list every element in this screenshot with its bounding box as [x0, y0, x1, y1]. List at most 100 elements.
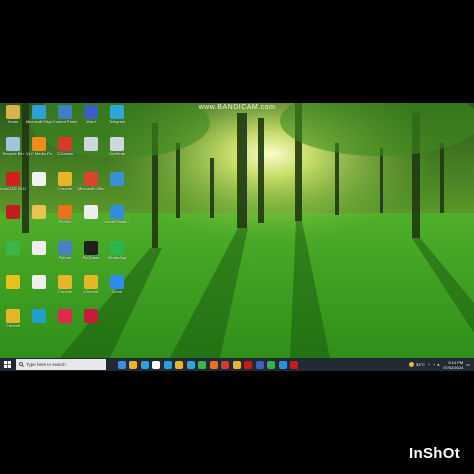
desktop-icon[interactable]: AutoCAD 2019 — [0, 172, 26, 202]
desktop-icon[interactable]: Chrome — [78, 275, 104, 305]
desktop-icon[interactable] — [26, 205, 52, 235]
desktop-icon[interactable]: Word — [78, 105, 104, 135]
document-icon — [84, 205, 98, 219]
vscode-icon[interactable] — [278, 360, 287, 369]
taskbar-search-input[interactable]: Type here to search — [16, 359, 106, 370]
edge-icon — [32, 105, 46, 119]
desktop-icon-label: Zoom — [111, 290, 123, 294]
desktop-icon[interactable]: Python — [52, 241, 78, 271]
whatsapp-icon[interactable] — [267, 360, 275, 369]
app-icon[interactable] — [221, 360, 229, 369]
desktop-icon[interactable]: Chrome — [52, 275, 78, 305]
wifi-icon[interactable]: ◔ — [433, 362, 435, 367]
desktop-icon-label: AutoCAD 2019 — [0, 187, 26, 191]
desktop-icon[interactable]: OneNote — [104, 137, 130, 167]
desktop-icon-label: Python — [58, 256, 72, 260]
volume-icon[interactable]: ◂ — [437, 362, 439, 367]
desktop-icon[interactable]: WhatsApp — [104, 241, 130, 271]
desktop-icon-label: Visual Studio Code — [104, 220, 130, 224]
desktop-icon[interactable] — [0, 205, 26, 235]
search-placeholder: Type here to search — [26, 362, 66, 367]
chrome-icon[interactable] — [232, 360, 241, 369]
desktop-icon-label: WhatsApp — [107, 256, 127, 260]
desktop-icon[interactable]: Control Panel — [52, 105, 78, 135]
app-icon[interactable] — [198, 360, 206, 369]
desktop-icon[interactable] — [78, 137, 104, 167]
desktop-icon[interactable] — [26, 241, 52, 271]
inshot-watermark: InShOt — [409, 445, 460, 462]
search-icon — [19, 362, 24, 367]
desktop-icon[interactable]: Visual Studio Code — [104, 205, 130, 235]
office-icon — [84, 172, 98, 186]
mail-icon[interactable] — [163, 360, 172, 369]
app-icon — [32, 309, 46, 323]
chevron-up-icon[interactable]: ^ — [428, 362, 430, 367]
desktop-icon[interactable] — [26, 172, 52, 202]
desktop-icon[interactable]: Microsoft Edge — [26, 105, 52, 135]
desktop-icon[interactable]: Telegram — [104, 105, 130, 135]
weather-icon[interactable] — [408, 362, 414, 367]
desktop-icon[interactable]: CCleaner — [52, 137, 78, 167]
folder-icon[interactable] — [175, 360, 183, 369]
document-icon — [32, 275, 46, 289]
letterbox-bottom — [0, 371, 474, 474]
desktop-icon-label: Telegram — [108, 120, 126, 124]
vscode-icon — [110, 205, 124, 219]
desktop-icon[interactable] — [78, 309, 104, 339]
desktop-icon[interactable]: Recycle Bin — [0, 137, 26, 167]
desktop-icon[interactable] — [0, 241, 26, 271]
desktop-icon-label: Home — [7, 120, 19, 124]
desktop-icon-label: Recycle Bin — [2, 152, 24, 156]
app-icon — [84, 309, 98, 323]
desktop-icon[interactable] — [26, 275, 52, 305]
recorder-icon — [6, 205, 20, 219]
desktop-icon-label: VLC Media Player — [26, 152, 52, 156]
desktop-icon[interactable]: Chrome — [52, 172, 78, 202]
desktop-icon-label: Control Panel — [52, 120, 78, 124]
desktop-icon[interactable] — [52, 309, 78, 339]
chrome-icon — [58, 172, 72, 186]
document-icon — [32, 172, 46, 186]
document-icon — [32, 205, 46, 219]
start-button[interactable] — [0, 358, 14, 371]
desktop-icon[interactable]: Zoom — [104, 275, 130, 305]
clock[interactable]: 8:14 PM 07/02/2024 — [443, 360, 463, 370]
desktop-icon[interactable] — [0, 275, 26, 305]
file-explorer-icon[interactable] — [129, 360, 137, 369]
notification-icon[interactable]: ▭ — [466, 362, 470, 367]
desktop-icon-label: Firefox — [58, 220, 72, 224]
edge-icon[interactable] — [140, 360, 149, 369]
desktop-icon[interactable]: Home — [0, 105, 26, 135]
app-icon[interactable] — [244, 360, 252, 369]
firefox-icon[interactable] — [209, 360, 218, 369]
chrome-icon — [84, 275, 98, 289]
app-icon — [6, 275, 20, 289]
store-icon[interactable] — [152, 360, 160, 369]
drive-icon — [84, 137, 98, 151]
word-icon[interactable] — [255, 360, 264, 369]
desktop-icon-label: Chrome — [83, 290, 99, 294]
desktop-icon[interactable] — [26, 309, 52, 339]
task-view-icon[interactable] — [117, 360, 126, 369]
desktop-icon[interactable]: VLC Media Player — [26, 137, 52, 167]
letterbox-top — [0, 0, 474, 103]
desktop-icon-label: OneNote — [108, 152, 125, 156]
desktop-icon-label: PyCharm — [82, 256, 100, 260]
desktop-icon[interactable] — [78, 205, 104, 235]
firefox-icon — [58, 205, 72, 219]
taskbar: Type here to search 33°C ^ ◔ ◂ 8:14 PM 0… — [0, 358, 474, 371]
app-icon — [110, 137, 124, 151]
system-tray: 33°C ^ ◔ ◂ 8:14 PM 07/02/2024 ▭ — [408, 360, 474, 370]
word-icon — [84, 105, 98, 119]
desktop-icon[interactable]: Chrome — [0, 309, 26, 339]
chrome-icon — [58, 275, 72, 289]
app-icon[interactable] — [186, 360, 195, 369]
desktop-icon[interactable]: PyCharm — [78, 241, 104, 271]
desktop-icon[interactable]: Microsoft Office — [78, 172, 104, 202]
desktop-icon[interactable] — [104, 172, 130, 202]
desktop-icon[interactable]: Firefox — [52, 205, 78, 235]
desktop-icon-label: Microsoft Edge — [26, 120, 52, 124]
weather-temp[interactable]: 33°C — [416, 362, 425, 367]
recorder-icon[interactable] — [290, 360, 298, 369]
desktop-icon-label: Chrome — [57, 187, 73, 191]
